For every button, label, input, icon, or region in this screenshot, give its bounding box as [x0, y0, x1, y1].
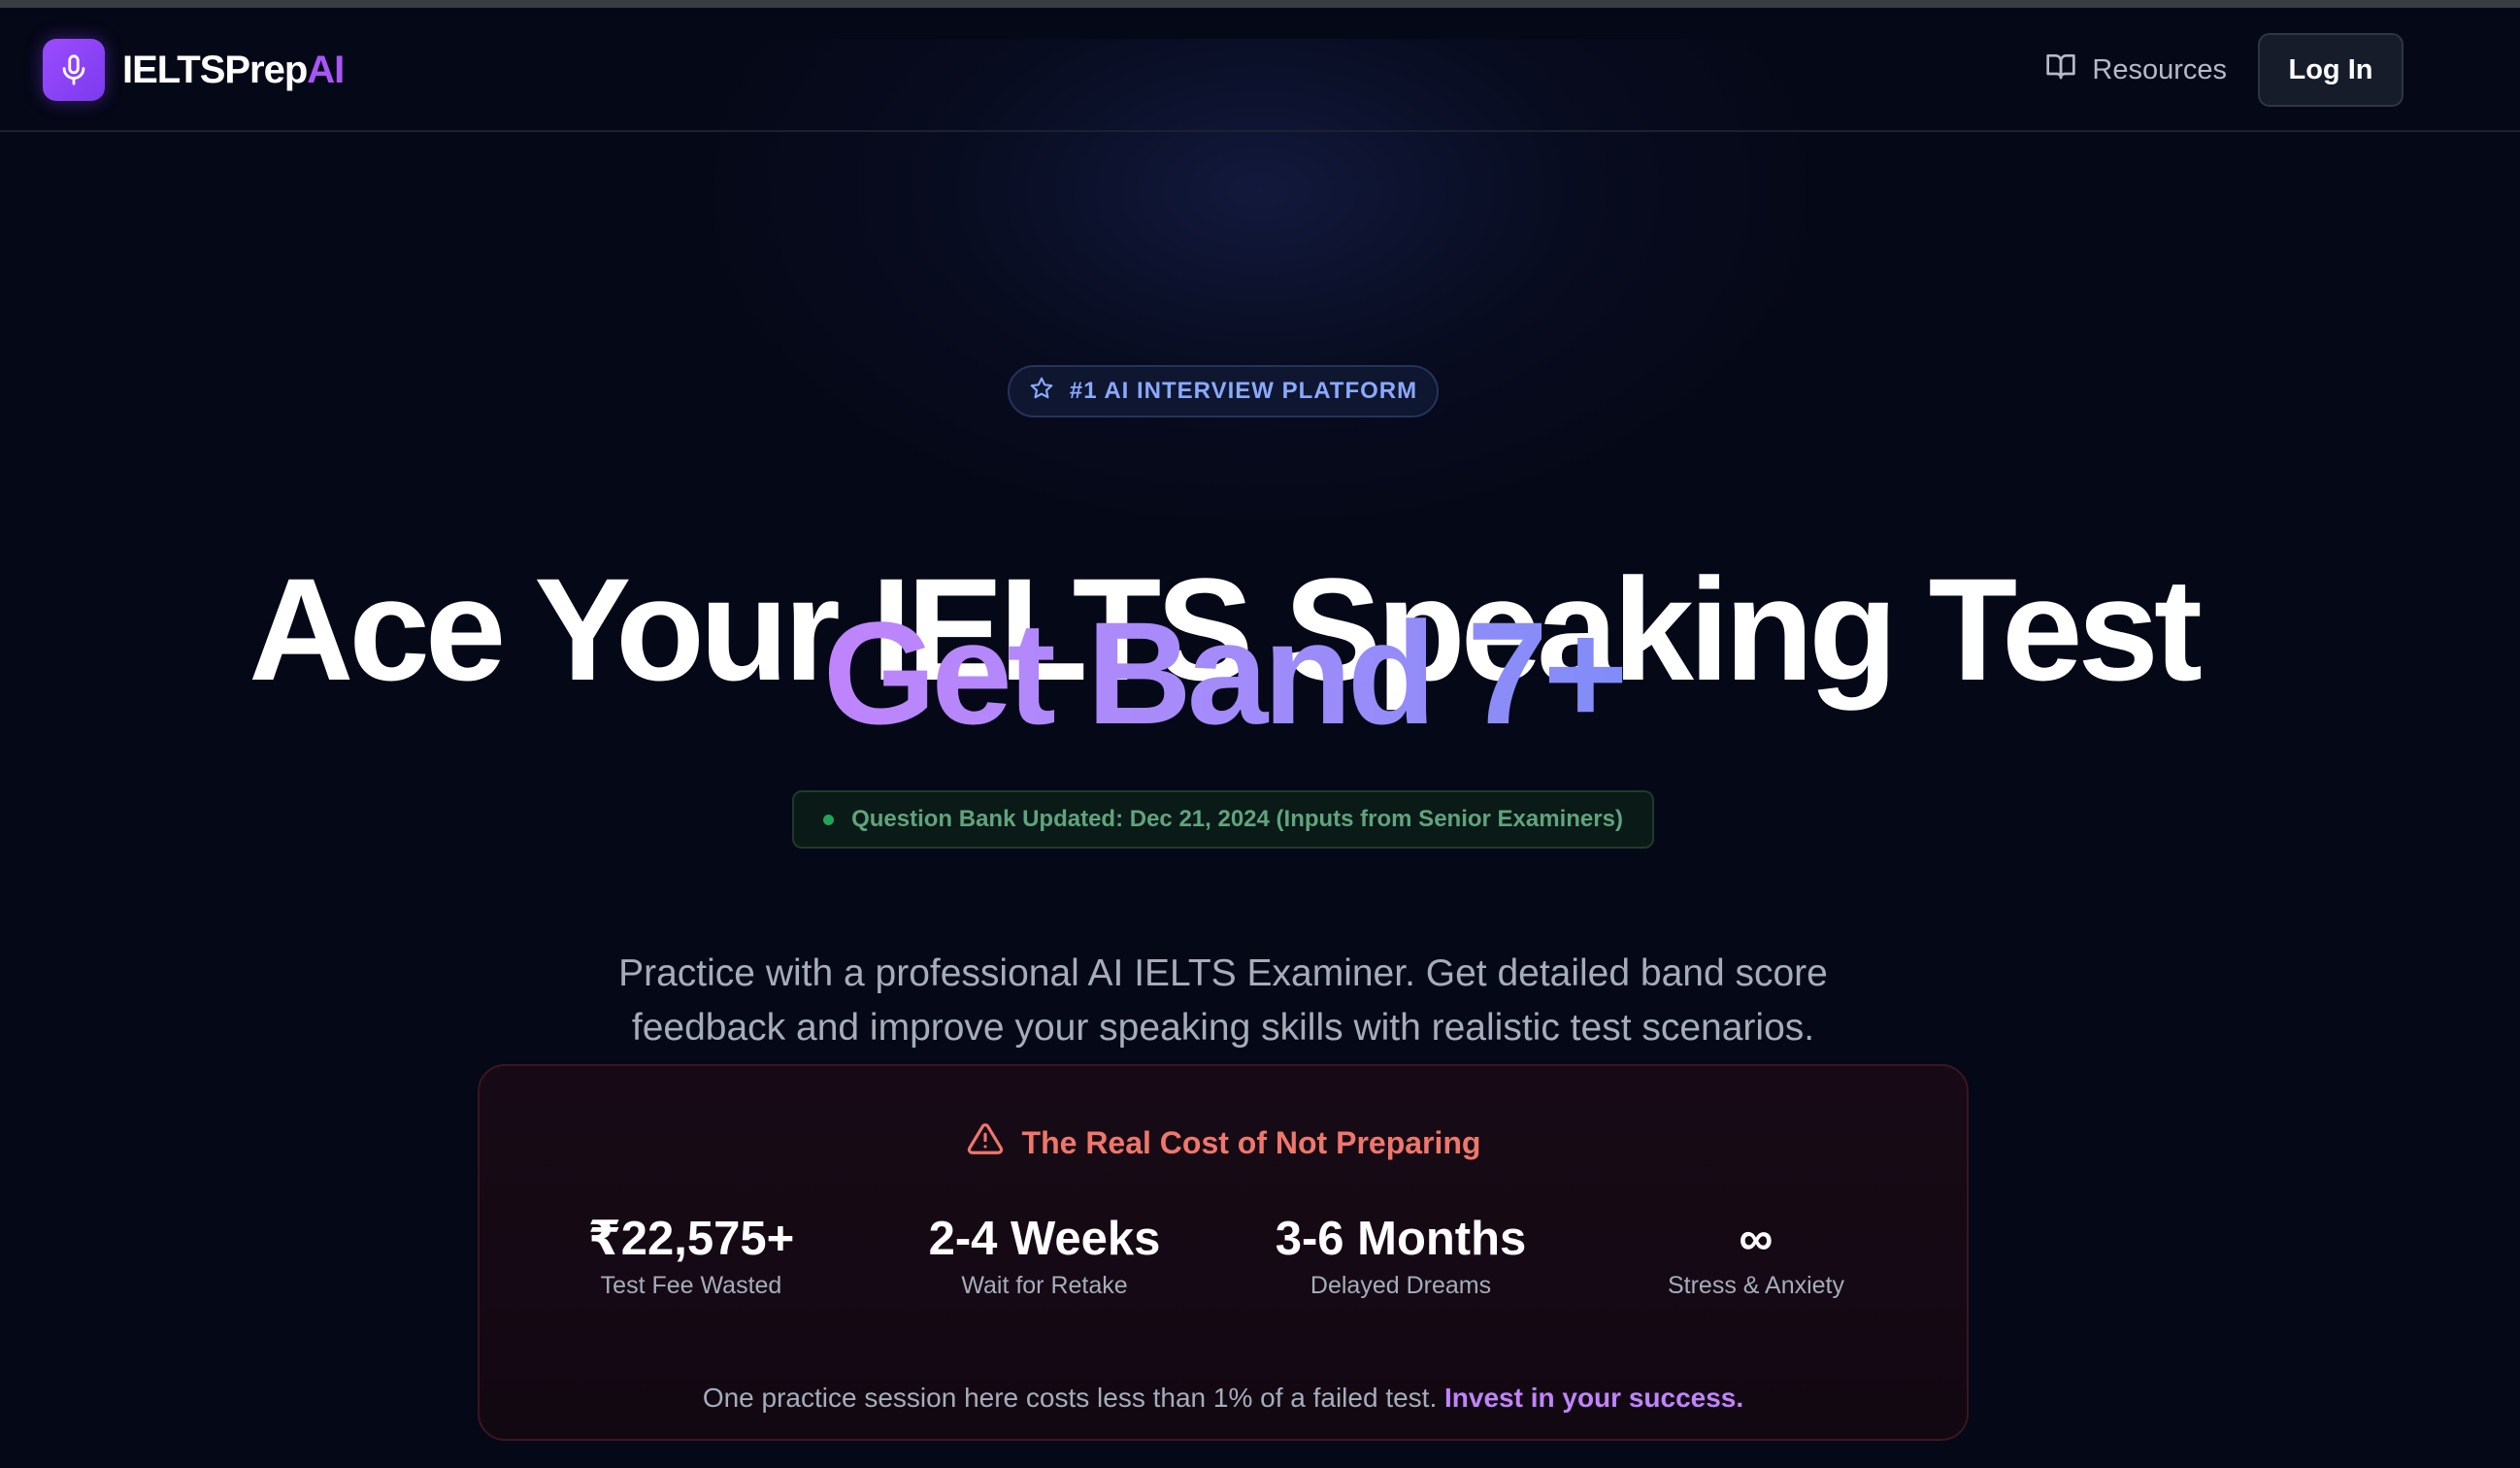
hero-headline-accent-text: Get Band 7+ — [822, 591, 1628, 754]
cost-card-title-text: The Real Cost of Not Preparing — [1021, 1124, 1481, 1160]
login-button[interactable]: Log In — [2258, 33, 2404, 107]
cost-card-title: The Real Cost of Not Preparing — [480, 1120, 1967, 1165]
update-notice-text: Question Bank Updated: Dec 21, 2024 (Inp… — [851, 806, 1623, 832]
stat-label: Delayed Dreams — [1310, 1272, 1492, 1299]
navbar: IELTSPrep AI Resources Log In — [0, 8, 2520, 132]
book-open-icon — [2045, 50, 2092, 89]
stat-value: 3-6 Months — [1275, 1213, 1527, 1265]
resources-label: Resources — [2092, 53, 2227, 85]
platform-badge-label: #1 AI INTERVIEW PLATFORM — [1069, 378, 1418, 404]
stat-label: Stress & Anxiety — [1667, 1272, 1845, 1299]
stat-label: Wait for Retake — [961, 1272, 1128, 1299]
platform-badge: #1 AI INTERVIEW PLATFORM — [1008, 365, 1439, 417]
invest-success-link[interactable]: Invest in your success. — [1444, 1383, 1743, 1413]
stat-delayed-dreams: 3-6 Months Delayed Dreams — [1226, 1210, 1575, 1300]
hero-description: Practice with a professional AI IELTS Ex… — [618, 952, 1828, 1049]
stat-retake-wait: 2-4 Weeks Wait for Retake — [870, 1210, 1219, 1300]
cost-footer-text: One practice session here costs less tha… — [702, 1383, 1438, 1413]
logo-text-accent: AI — [307, 48, 345, 91]
stat-value: ∞ — [1739, 1213, 1774, 1265]
stat-value: ₹22,575+ — [587, 1213, 795, 1265]
stat-test-fee: ₹22,575+ Test Fee Wasted — [516, 1210, 866, 1300]
logo[interactable]: IELTSPrep AI — [43, 39, 345, 101]
cost-card: The Real Cost of Not Preparing ₹22,575+ … — [478, 1064, 1969, 1441]
microphone-icon — [43, 39, 105, 101]
cost-footer: One practice session here costs less tha… — [480, 1383, 1967, 1414]
status-dot-icon — [823, 814, 835, 825]
star-icon — [1029, 376, 1070, 408]
warning-triangle-icon — [966, 1120, 1022, 1165]
resources-link[interactable]: Resources — [2045, 50, 2227, 89]
logo-text: IELTSPrep AI — [122, 48, 345, 92]
window-top-strip — [0, 0, 2520, 8]
logo-text-main: IELTSPrep — [122, 48, 308, 91]
hero-headline-accent: Get Band 7+ — [0, 600, 2446, 746]
stat-stress: ∞ Stress & Anxiety — [1581, 1210, 1931, 1300]
stat-value: 2-4 Weeks — [928, 1213, 1161, 1265]
stat-label: Test Fee Wasted — [600, 1272, 782, 1299]
question-bank-update-notice: Question Bank Updated: Dec 21, 2024 (Inp… — [792, 790, 1654, 849]
nav-actions: Resources Log In — [2045, 33, 2404, 107]
